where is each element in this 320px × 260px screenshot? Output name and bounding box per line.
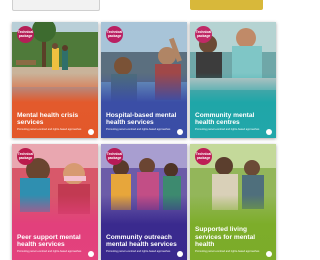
partial-card-top-right[interactable]: [190, 0, 263, 10]
card-subtitle: Promoting person-centred and rights-base…: [106, 250, 171, 253]
technical-package-badge: Technical package: [106, 148, 123, 165]
card-subtitle: Promoting person-centred and rights-base…: [195, 250, 260, 253]
who-logo: [266, 129, 272, 135]
who-logo: [88, 129, 94, 135]
card-community-centres[interactable]: Technical package Community mental healt…: [190, 22, 276, 138]
who-emblem-icon: [88, 129, 94, 135]
technical-package-badge: Technical package: [195, 148, 212, 165]
technical-package-badge: Technical package: [106, 26, 123, 43]
card-peer-support[interactable]: Technical package Peer support mental he…: [12, 144, 98, 260]
partial-card-top-left[interactable]: [12, 0, 100, 11]
card-subtitle: Promoting person-centred and rights-base…: [195, 128, 260, 131]
technical-package-badge: Technical package: [195, 26, 212, 43]
card-subtitle: Promoting person-centred and rights-base…: [106, 128, 171, 131]
card-title: Peer support mental health services: [17, 233, 81, 248]
card-title: Supported living services for mental hea…: [195, 226, 256, 248]
card-crisis-services[interactable]: Technical package Mental health crisis s…: [12, 22, 98, 138]
who-logo: [177, 251, 183, 257]
who-logo: [266, 251, 272, 257]
who-logo: [88, 251, 94, 257]
who-emblem-icon: [266, 251, 272, 257]
who-emblem-icon: [88, 251, 94, 257]
card-community-outreach[interactable]: Technical package Community outreach men…: [101, 144, 187, 260]
card-supported-living[interactable]: Technical package Supported living servi…: [190, 144, 276, 260]
technical-package-badge: Technical package: [17, 26, 34, 43]
card-title: Community mental health centres: [195, 111, 255, 126]
who-emblem-icon: [177, 129, 183, 135]
card-title: Mental health crisis services: [17, 111, 79, 126]
card-title: Community outreach mental health service…: [106, 233, 177, 248]
technical-package-badge: Technical package: [17, 148, 34, 165]
who-emblem-icon: [177, 251, 183, 257]
who-emblem-icon: [266, 129, 272, 135]
who-logo: [177, 129, 183, 135]
card-title: Hospital-based mental health services: [106, 111, 177, 126]
card-subtitle: Promoting person-centred and rights-base…: [17, 128, 82, 131]
card-subtitle: Promoting person-centred and rights-base…: [17, 250, 82, 253]
card-hospital-based[interactable]: Technical package Hospital-based mental …: [101, 22, 187, 138]
